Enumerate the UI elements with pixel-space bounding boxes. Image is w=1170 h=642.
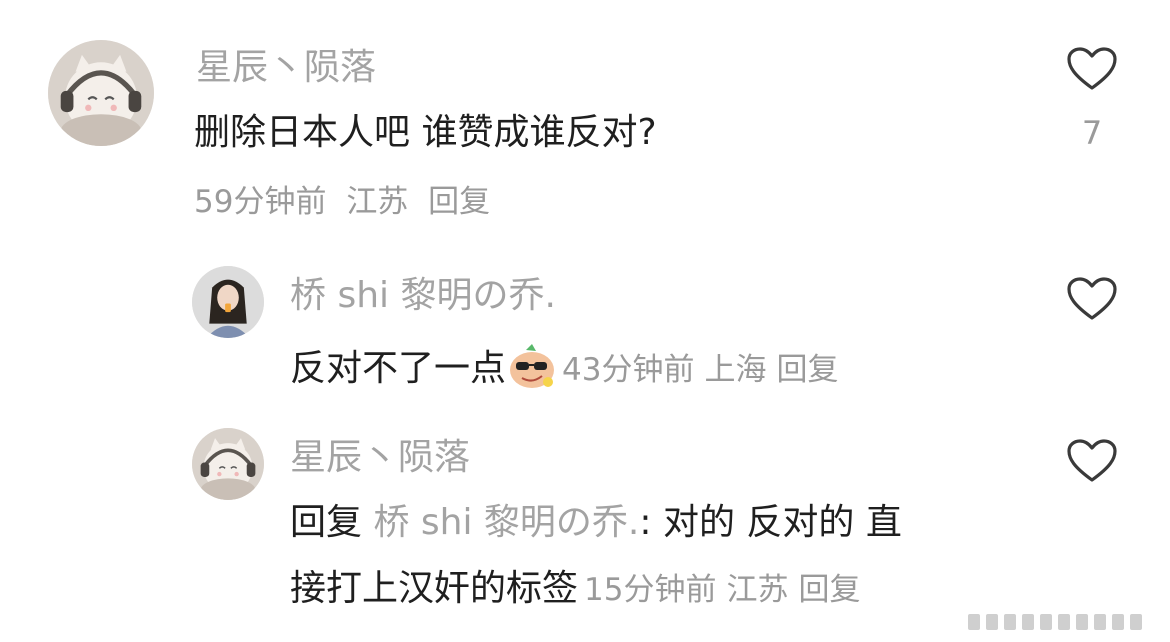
reply-text-line1: 回复 桥 shi 黎明の乔.: 对的 反对的 直 [290,502,902,544]
reply-text-line2: 接打上汉奸的标签 15分钟前 江苏 回复 [290,568,870,611]
reply-text-content: : 对的 反对的 直 [639,502,902,543]
reply-time: 15分钟前 [584,572,717,608]
cat-headphones-avatar-icon [192,428,264,500]
reply-meta: 15分钟前 江苏 回复 [584,572,870,608]
like-count: 7 [1081,114,1103,152]
comment-thread: 星辰丶陨落 删除日本人吧 谁赞成谁反对? 59分钟前 江苏 回复 7 桥 shi… [0,0,1170,642]
reply-time: 43分钟前 [562,352,695,388]
like-button[interactable] [1066,438,1118,484]
reply-location: 上海 [704,352,767,388]
cat-headphones-avatar-icon [48,40,154,146]
reply-text-content: 接打上汉奸的标签 [290,568,579,609]
reply-button[interactable]: 回复 [776,352,838,388]
heart-outline-icon [1067,47,1117,90]
reply-button[interactable]: 回复 [428,184,490,220]
reply-username[interactable]: 桥 shi 黎明の乔. [290,276,556,316]
reply-button[interactable]: 回复 [798,572,860,608]
avatar[interactable] [192,266,264,338]
girl-photo-avatar-icon [192,266,264,338]
comment-time: 59分钟前 [194,184,327,220]
heart-outline-icon [1067,439,1117,482]
reply-prefix: 回复 [290,502,363,543]
heart-outline-icon [1067,277,1117,320]
comment-location: 江苏 [346,184,409,220]
sunglasses-sticker-emoji-icon [506,342,556,390]
comment-username[interactable]: 星辰丶陨落 [196,48,376,88]
like-button[interactable] [1066,46,1118,92]
watermark [962,608,1152,636]
reply-text: 反对不了一点 43分钟前 上海 回复 [290,342,848,391]
reply-meta: 43分钟前 上海 回复 [562,352,848,388]
reply-target-username[interactable]: 桥 shi 黎明の乔. [373,502,639,543]
like-button[interactable] [1066,276,1118,322]
comment-meta: 59分钟前 江苏 回复 [194,184,500,220]
reply-username[interactable]: 星辰丶陨落 [290,438,470,478]
avatar[interactable] [48,40,154,146]
comment-text: 删除日本人吧 谁赞成谁反对? [194,112,657,153]
avatar[interactable] [192,428,264,500]
reply-text-content: 反对不了一点 [290,348,507,389]
reply-location: 江苏 [726,572,789,608]
